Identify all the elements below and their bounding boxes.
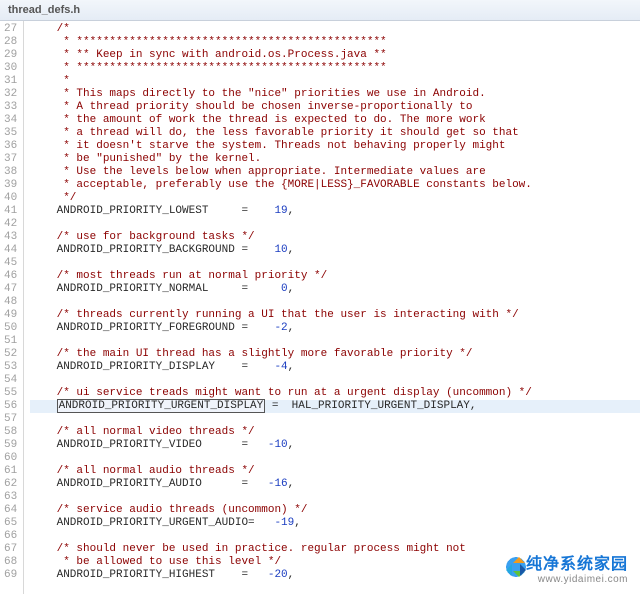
selected-identifier[interactable]: ANDROID_PRIORITY_URGENT_DISPLAY: [57, 399, 266, 413]
code-line: /* threads currently running a UI that t…: [30, 309, 640, 322]
line-number: 59: [4, 439, 17, 452]
line-number: 64: [4, 504, 17, 517]
code-line: * be "punished" by the kernel.: [30, 153, 640, 166]
code-line: * **************************************…: [30, 36, 640, 49]
code-line: * a thread will do, the less favorable p…: [30, 127, 640, 140]
line-number: 38: [4, 166, 17, 179]
line-number: 33: [4, 101, 17, 114]
code-line: /* the main UI thread has a slightly mor…: [30, 348, 640, 361]
code-line: * **************************************…: [30, 62, 640, 75]
code-line: ANDROID_PRIORITY_FOREGROUND = -2,: [30, 322, 640, 335]
line-number: 52: [4, 348, 17, 361]
line-number: 55: [4, 387, 17, 400]
code-line: * A thread priority should be chosen inv…: [30, 101, 640, 114]
line-number: 60: [4, 452, 17, 465]
code-line: [30, 530, 640, 543]
line-number: 57: [4, 413, 17, 426]
code-line: * Use the levels below when appropriate.…: [30, 166, 640, 179]
code-line: /* most threads run at normal priority *…: [30, 270, 640, 283]
code-line: ANDROID_PRIORITY_AUDIO = -16,: [30, 478, 640, 491]
line-number: 27: [4, 23, 17, 36]
line-number: 37: [4, 153, 17, 166]
line-number: 29: [4, 49, 17, 62]
code-line: /* service audio threads (uncommon) */: [30, 504, 640, 517]
line-number: 51: [4, 335, 17, 348]
line-number: 56: [4, 400, 17, 413]
line-number: 62: [4, 478, 17, 491]
line-number: 28: [4, 36, 17, 49]
code-line: /* all normal audio threads */: [30, 465, 640, 478]
code-line: * the amount of work the thread is expec…: [30, 114, 640, 127]
line-number: 40: [4, 192, 17, 205]
code-line: * acceptable, preferably use the {MORE|L…: [30, 179, 640, 192]
file-name: thread_defs.h: [8, 4, 80, 16]
line-number: 61: [4, 465, 17, 478]
file-tab[interactable]: thread_defs.h: [0, 0, 640, 21]
line-number: 58: [4, 426, 17, 439]
line-number: 53: [4, 361, 17, 374]
line-number: 44: [4, 244, 17, 257]
line-number: 49: [4, 309, 17, 322]
code-line: ANDROID_PRIORITY_VIDEO = -10,: [30, 439, 640, 452]
code-line: /*: [30, 23, 640, 36]
code-line: * it doesn't starve the system. Threads …: [30, 140, 640, 153]
watermark-url: www.yidaimei.com: [526, 574, 628, 585]
line-number: 30: [4, 62, 17, 75]
code-line: /* all normal video threads */: [30, 426, 640, 439]
code-line: [30, 413, 640, 426]
line-number: 41: [4, 205, 17, 218]
line-number: 66: [4, 530, 17, 543]
code-line: ANDROID_PRIORITY_URGENT_DISPLAY = HAL_PR…: [30, 400, 640, 413]
line-number: 46: [4, 270, 17, 283]
code-line: * This maps directly to the "nice" prior…: [30, 88, 640, 101]
code-line: [30, 218, 640, 231]
line-number: 39: [4, 179, 17, 192]
line-number: 42: [4, 218, 17, 231]
code-line: /* use for background tasks */: [30, 231, 640, 244]
line-number: 47: [4, 283, 17, 296]
line-number: 69: [4, 569, 17, 582]
line-number: 67: [4, 543, 17, 556]
code-area[interactable]: /* * ***********************************…: [24, 21, 640, 594]
line-number: 31: [4, 75, 17, 88]
line-number: 32: [4, 88, 17, 101]
line-gutter: 2728293031323334353637383940414243444546…: [0, 21, 24, 594]
line-number: 36: [4, 140, 17, 153]
code-line: ANDROID_PRIORITY_LOWEST = 19,: [30, 205, 640, 218]
line-number: 54: [4, 374, 17, 387]
code-editor: 2728293031323334353637383940414243444546…: [0, 21, 640, 594]
code-line: [30, 491, 640, 504]
line-number: 68: [4, 556, 17, 569]
code-line: ANDROID_PRIORITY_NORMAL = 0,: [30, 283, 640, 296]
code-line: [30, 374, 640, 387]
line-number: 34: [4, 114, 17, 127]
code-line: ANDROID_PRIORITY_URGENT_AUDIO= -19,: [30, 517, 640, 530]
code-line: *: [30, 75, 640, 88]
line-number: 50: [4, 322, 17, 335]
line-number: 45: [4, 257, 17, 270]
code-line: [30, 257, 640, 270]
line-number: 35: [4, 127, 17, 140]
code-line: ANDROID_PRIORITY_BACKGROUND = 10,: [30, 244, 640, 257]
code-line: ANDROID_PRIORITY_DISPLAY = -4,: [30, 361, 640, 374]
line-number: 48: [4, 296, 17, 309]
line-number: 43: [4, 231, 17, 244]
line-number: 63: [4, 491, 17, 504]
code-line: * ** Keep in sync with android.os.Proces…: [30, 49, 640, 62]
watermark: 纯净系统家园 www.yidaimei.com: [526, 550, 628, 585]
code-line: [30, 452, 640, 465]
code-line: [30, 296, 640, 309]
code-line: */: [30, 192, 640, 205]
line-number: 65: [4, 517, 17, 530]
code-line: [30, 335, 640, 348]
watermark-title: 纯净系统家园: [526, 550, 628, 574]
